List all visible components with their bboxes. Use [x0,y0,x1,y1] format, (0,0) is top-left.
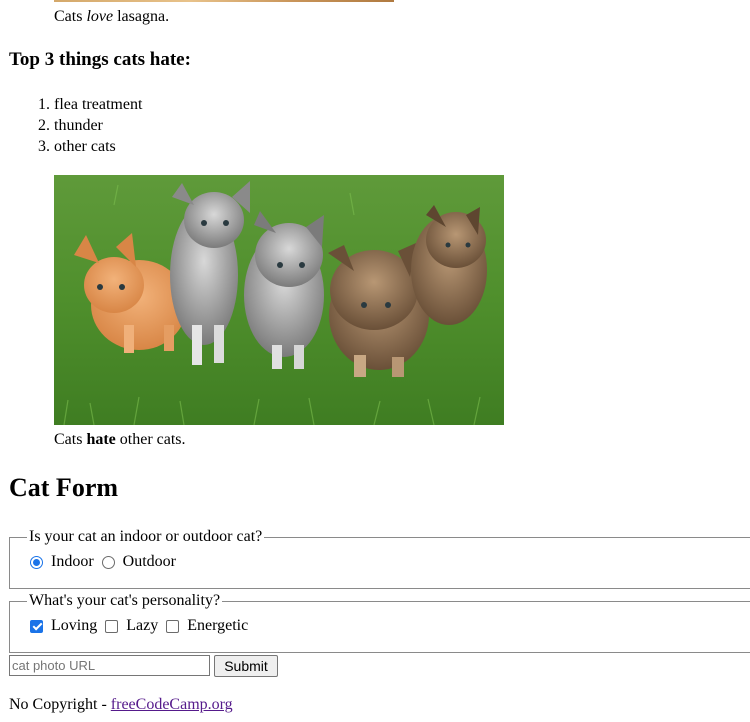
outdoor-option[interactable]: Outdoor [101,553,176,571]
caption-text: lasagna. [113,8,170,25]
energetic-label: Energetic [187,617,249,634]
energetic-option[interactable]: Energetic [166,617,248,635]
freecodecamp-link[interactable]: freeCodeCamp.org [111,696,233,713]
list-item: other cats [54,136,142,157]
caption-emphasis: love [86,8,114,25]
lazy-option[interactable]: Lazy [105,617,158,635]
submit-button[interactable]: Submit [214,655,278,677]
personality-options: Loving Lazy Energetic [30,613,750,639]
personality-legend: What's your cat's personality? [29,592,221,609]
caption-strong: hate [86,431,116,448]
lazy-label: Lazy [126,617,159,634]
caption-text: Cats [54,8,87,25]
loving-option[interactable]: Loving [30,617,97,635]
indoor-label: Indoor [51,553,94,570]
kittens-image [54,175,504,425]
footer-text: No Copyright - [9,696,111,713]
caption-text: other cats. [115,431,186,448]
location-fieldset: Is your cat an indoor or outdoor cat? In… [9,528,750,589]
loving-checkbox[interactable] [30,619,43,633]
energetic-checkbox[interactable] [166,619,180,633]
location-legend: Is your cat an indoor or outdoor cat? [29,528,263,545]
form-heading: Cat Form [9,473,119,502]
lasagna-caption: Cats love lasagna. [54,7,169,27]
footer: No Copyright - freeCodeCamp.org [9,695,233,715]
outdoor-radio[interactable] [101,555,115,569]
list-item: thunder [54,115,142,136]
indoor-option[interactable]: Indoor [30,553,94,571]
loving-label: Loving [51,617,98,634]
location-options: Indoor Outdoor [30,549,750,575]
lasagna-image-edge [54,0,394,2]
outdoor-label: Outdoor [122,553,176,570]
hate-list-heading: Top 3 things cats hate: [9,49,191,70]
cat-photo-url-input[interactable] [9,655,210,676]
kittens-caption: Cats hate other cats. [54,430,186,450]
caption-text: Cats [54,431,87,448]
personality-fieldset: What's your cat's personality? Loving La… [9,592,750,653]
list-item: flea treatment [54,94,142,115]
lazy-checkbox[interactable] [105,619,119,633]
hate-list: flea treatment thunder other cats [0,94,142,157]
indoor-radio[interactable] [30,555,43,569]
